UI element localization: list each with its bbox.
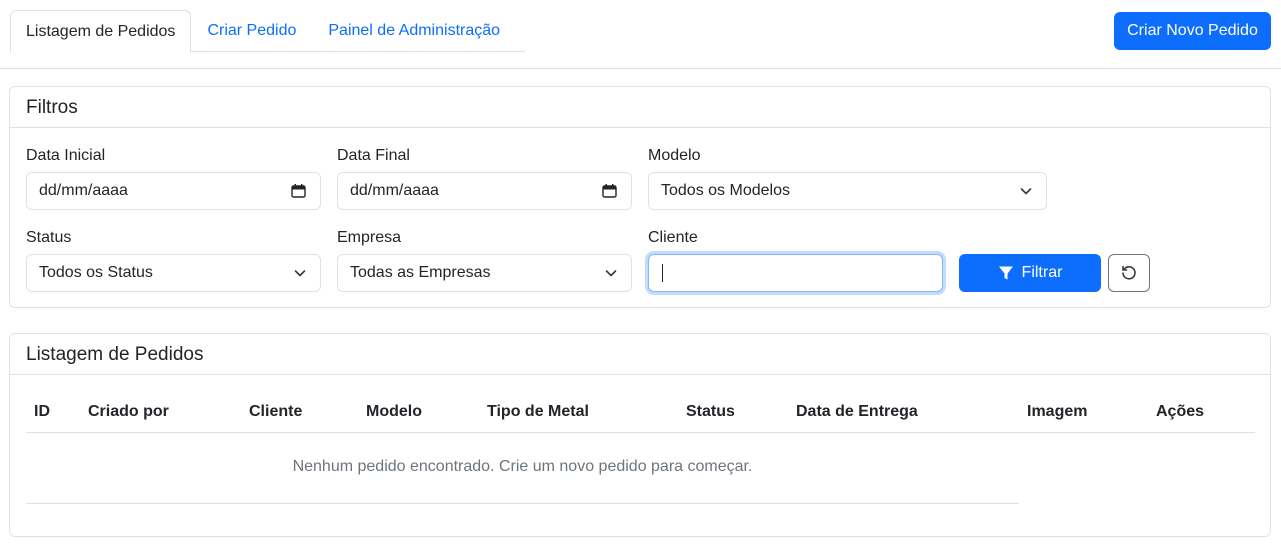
- column-header: Status: [678, 392, 788, 433]
- column-header: Imagem: [1019, 392, 1148, 433]
- model-select[interactable]: Todos os Modelos: [648, 172, 1047, 210]
- tab-order-listing[interactable]: Listagem de Pedidos: [10, 10, 192, 53]
- orders-card: Listagem de Pedidos ID Criado por Client…: [9, 333, 1271, 537]
- reset-icon: [1122, 265, 1136, 280]
- chevron-down-icon: [605, 270, 617, 277]
- filter-button[interactable]: Filtrar: [959, 254, 1101, 292]
- company-label: Empresa: [337, 229, 402, 246]
- end-date-field: Data Final dd/mm/aaaa: [337, 146, 632, 210]
- table-header-row: ID Criado por Cliente Modelo Tipo de Met…: [26, 392, 1255, 433]
- end-date-value: dd/mm/aaaa: [350, 182, 439, 199]
- end-date-input[interactable]: dd/mm/aaaa: [337, 172, 632, 210]
- nav-tabs: Listagem de Pedidos Criar Pedido Painel …: [10, 10, 525, 53]
- tab-admin-panel[interactable]: Painel de Administração: [312, 10, 516, 52]
- filters-card: Filtros Data Inicial dd/mm/aaaa Data Fin…: [9, 86, 1271, 308]
- column-header: Tipo de Metal: [479, 392, 678, 433]
- tab-create-order[interactable]: Criar Pedido: [191, 10, 312, 52]
- filters-title: Filtros: [10, 87, 1270, 128]
- calendar-icon[interactable]: [602, 184, 617, 198]
- end-date-label: Data Final: [337, 147, 410, 164]
- column-header: Data de Entrega: [788, 392, 1019, 433]
- empty-state-message: Nenhum pedido encontrado. Crie um novo p…: [26, 432, 1019, 504]
- calendar-icon[interactable]: [291, 184, 306, 198]
- client-input[interactable]: [648, 254, 943, 292]
- start-date-input[interactable]: dd/mm/aaaa: [26, 172, 321, 210]
- model-selected-value: Todos os Modelos: [661, 182, 790, 199]
- text-caret: [662, 264, 663, 282]
- column-header: Criado por: [80, 392, 241, 433]
- filter-button-label: Filtrar: [1021, 264, 1063, 281]
- client-field: Cliente: [648, 228, 943, 292]
- status-label: Status: [26, 229, 72, 246]
- column-header: ID: [26, 392, 80, 433]
- column-header: Ações: [1148, 392, 1255, 433]
- chevron-down-icon: [1020, 188, 1032, 195]
- client-label: Cliente: [648, 229, 698, 246]
- status-field: Status Todos os Status: [26, 228, 321, 292]
- status-select[interactable]: Todos os Status: [26, 254, 321, 292]
- orders-table: ID Criado por Cliente Modelo Tipo de Met…: [26, 392, 1255, 433]
- column-header: Cliente: [241, 392, 358, 433]
- start-date-field: Data Inicial dd/mm/aaaa: [26, 146, 321, 210]
- reset-filters-button[interactable]: [1108, 254, 1150, 292]
- orders-title: Listagem de Pedidos: [10, 334, 1270, 375]
- company-select[interactable]: Todas as Empresas: [337, 254, 632, 292]
- model-label: Modelo: [648, 147, 701, 164]
- filter-icon: [998, 266, 1013, 280]
- chevron-down-icon: [294, 270, 306, 277]
- status-selected-value: Todos os Status: [39, 264, 153, 281]
- top-navigation: Listagem de Pedidos Criar Pedido Painel …: [0, 0, 1281, 69]
- start-date-value: dd/mm/aaaa: [39, 182, 128, 199]
- company-selected-value: Todas as Empresas: [350, 264, 491, 281]
- column-header: Modelo: [358, 392, 479, 433]
- start-date-label: Data Inicial: [26, 147, 106, 164]
- company-field: Empresa Todas as Empresas: [337, 228, 632, 292]
- model-field: Modelo Todos os Modelos: [648, 146, 1047, 210]
- create-new-order-button[interactable]: Criar Novo Pedido: [1114, 12, 1271, 50]
